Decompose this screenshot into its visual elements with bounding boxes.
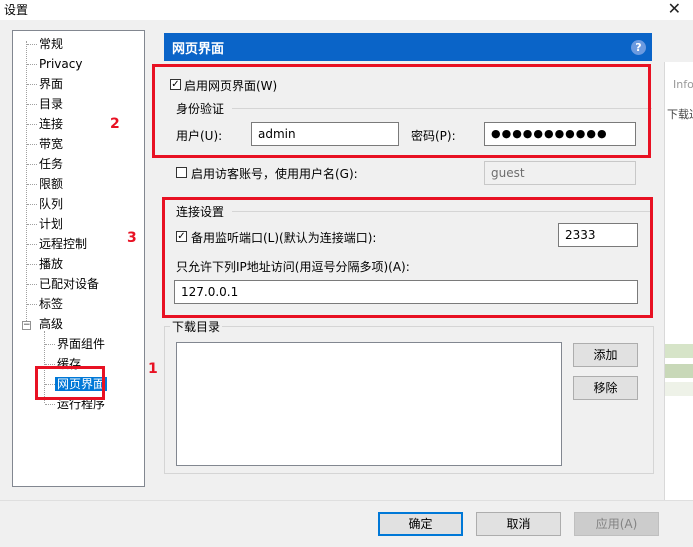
apply-button[interactable]: 应用(A) <box>574 512 659 536</box>
ok-button[interactable]: 确定 <box>378 512 463 536</box>
help-icon[interactable]: ? <box>631 40 646 55</box>
tree-item-webui[interactable]: 网页界面 <box>13 375 108 393</box>
enable-webui-checkbox[interactable]: ✓ <box>170 79 181 90</box>
tree-item-advanced[interactable]: 高级 <box>13 315 63 333</box>
tree-item-run-program[interactable]: 运行程序 <box>13 395 105 413</box>
enable-webui-label: 启用网页界面(W) <box>184 79 278 93</box>
background-band <box>665 364 693 378</box>
annotation-number-1: 1 <box>148 361 158 377</box>
download-dirs-title: 下载目录 <box>170 318 223 335</box>
password-label: 密码(P): <box>411 129 456 143</box>
tree-item-interface[interactable]: 界面 <box>13 75 63 93</box>
alt-port-label: 备用监听端口(L)(默认为连接端口): <box>191 231 377 245</box>
connection-group-title: 连接设置 <box>176 205 225 219</box>
panel-title: 网页界面 <box>172 42 225 57</box>
tree-item-cache[interactable]: 缓存 <box>13 355 81 373</box>
tree-item-bandwidth[interactable]: 带宽 <box>13 135 63 153</box>
background-info-text: Info <box>673 78 693 91</box>
add-dir-button[interactable]: 添加 <box>573 343 638 367</box>
tree-item-privacy[interactable]: Privacy <box>13 55 82 73</box>
ip-whitelist-input[interactable]: 127.0.0.1 <box>174 280 638 304</box>
guest-checkbox[interactable] <box>176 167 187 178</box>
tree-item-ui-components[interactable]: 界面组件 <box>13 335 105 353</box>
tree-item-tasks[interactable]: 任务 <box>13 155 63 173</box>
alt-port-checkbox[interactable]: ✓ <box>176 231 187 242</box>
background-band <box>665 344 693 358</box>
tree-item-remote[interactable]: 远程控制 <box>13 235 87 253</box>
username-input[interactable]: admin <box>251 122 399 146</box>
window-title: 设置 <box>4 3 29 17</box>
remove-dir-button[interactable]: 移除 <box>573 376 638 400</box>
guest-label: 启用访客账号，使用用户名(G): <box>191 167 358 181</box>
alt-port-input[interactable]: 2333 <box>558 223 638 247</box>
annotation-number-3: 3 <box>127 230 137 246</box>
cancel-button[interactable]: 取消 <box>476 512 561 536</box>
background-band <box>665 382 693 396</box>
tree-item-general[interactable]: 常规 <box>13 35 63 53</box>
title-bar: 设置 ✕ <box>0 0 693 20</box>
panel-header: 网页界面 ? <box>164 33 652 61</box>
password-input[interactable]: ●●●●●●●●●●● <box>484 122 636 146</box>
auth-group-title: 身份验证 <box>176 102 225 116</box>
tree-item-connection[interactable]: 连接 <box>13 115 63 133</box>
ip-whitelist-label: 只允许下列IP地址访问(用逗号分隔多项)(A): <box>176 260 410 274</box>
tree-item-labels[interactable]: 标签 <box>13 295 63 313</box>
tree-item-paired-devices[interactable]: 已配对设备 <box>13 275 99 293</box>
category-tree[interactable]: 常规 Privacy 界面 目录 连接 带宽 任务 限额 队列 计划 远程控制 … <box>12 30 145 487</box>
username-label: 用户(U): <box>176 129 223 143</box>
close-icon[interactable]: ✕ <box>668 0 681 18</box>
background-window: Info 下载过 <box>664 62 693 500</box>
tree-item-schedule[interactable]: 计划 <box>13 215 63 233</box>
tree-item-playback[interactable]: 播放 <box>13 255 63 273</box>
tree-item-quota[interactable]: 限额 <box>13 175 63 193</box>
tree-item-queue[interactable]: 队列 <box>13 195 63 213</box>
download-dirs-list[interactable] <box>176 342 562 466</box>
annotation-number-2: 2 <box>110 116 120 132</box>
guest-username-input[interactable]: guest <box>484 161 636 185</box>
background-download-text: 下载过 <box>667 108 693 121</box>
tree-item-directories[interactable]: 目录 <box>13 95 63 113</box>
